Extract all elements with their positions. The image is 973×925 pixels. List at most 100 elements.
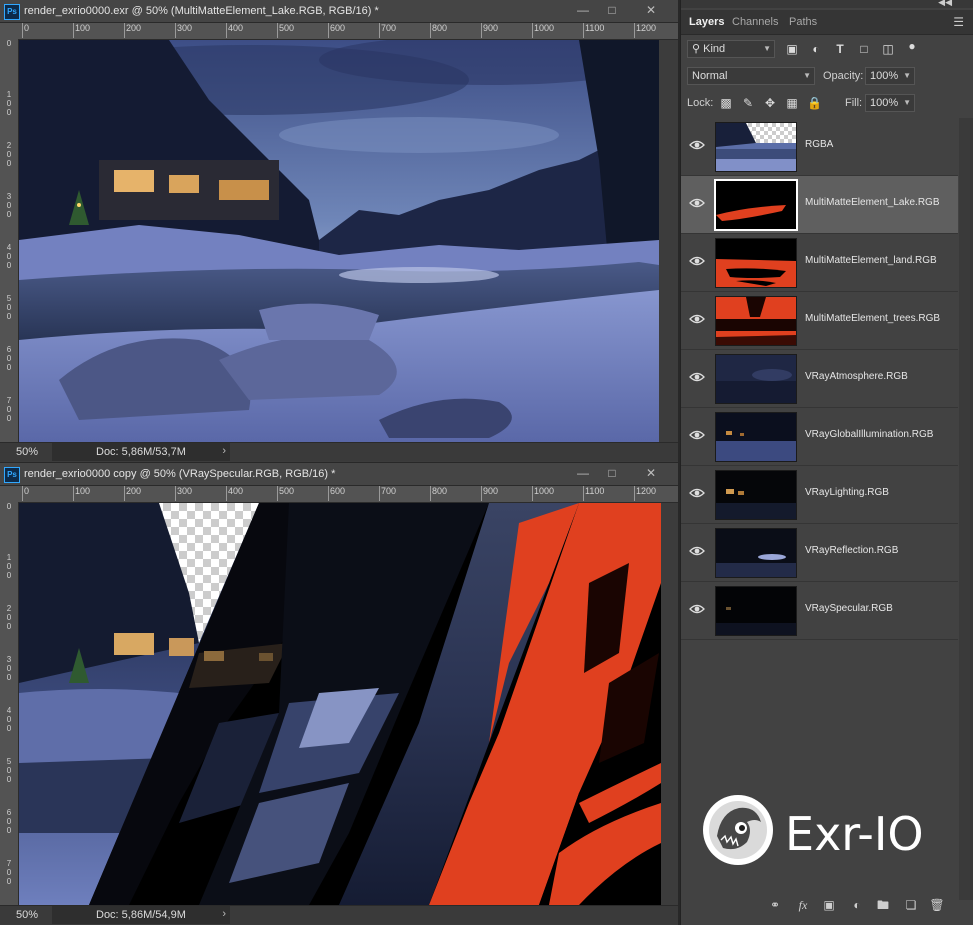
visibility-eye-icon[interactable] (689, 255, 705, 267)
layer-name: VRayLighting.RGB (805, 487, 889, 498)
ruler-tick-label: 1000 (531, 23, 555, 38)
delete-layer-trash-icon[interactable]: 🗑 (929, 898, 945, 912)
zoom-level-2[interactable]: 50% (16, 909, 38, 921)
visibility-eye-icon[interactable] (689, 139, 705, 151)
tab-channels[interactable]: Channels (732, 16, 778, 28)
search-icon: ⚲ (692, 43, 701, 55)
layer-row[interactable]: VRayReflection.RGB (681, 524, 958, 582)
ruler-tick-label: 300 (6, 192, 12, 219)
visibility-eye-icon[interactable] (689, 313, 705, 325)
lock-artboard-icon[interactable]: ▦ (785, 96, 799, 110)
ruler-tick-label: 500 (6, 294, 12, 321)
layer-row[interactable]: VRayLighting.RGB (681, 466, 958, 524)
doc-size-field-1[interactable]: Doc: 5,86M/53,7M › (52, 443, 230, 461)
minimize-icon[interactable]: — (572, 465, 594, 482)
visibility-eye-icon[interactable] (689, 487, 705, 499)
layer-name: RGBA (805, 139, 834, 150)
visibility-eye-icon[interactable] (689, 545, 705, 557)
minimize-icon[interactable]: — (572, 2, 594, 19)
adjustment-layer-icon[interactable]: ◐ (849, 898, 865, 912)
filter-toggle-icon[interactable]: ● (905, 39, 919, 53)
winter-lake-render (19, 40, 659, 442)
filter-smart-object-icon[interactable]: ◫ (881, 42, 895, 56)
ruler-tick-label: 800 (429, 23, 448, 38)
lock-image-pixels-icon[interactable]: ✎ (741, 96, 755, 110)
close-icon[interactable]: ✕ (640, 465, 662, 482)
doc-size-field-2[interactable]: Doc: 5,86M/54,9M › (52, 906, 230, 924)
group-folder-icon[interactable]: 🖿 (875, 898, 891, 912)
ruler-tick-label: 600 (327, 23, 346, 38)
chevron-right-icon[interactable]: › (222, 445, 226, 457)
chevron-down-icon: ▼ (803, 71, 811, 80)
visibility-eye-icon[interactable] (689, 429, 705, 441)
layer-row[interactable]: VRaySpecular.RGB (681, 582, 958, 640)
zoom-level-1[interactable]: 50% (16, 446, 38, 458)
opacity-field[interactable]: 100% ▼ (865, 67, 915, 85)
doc-size-text-2: Doc: 5,86M/54,9M (96, 909, 186, 921)
ruler-tick-label: 900 (480, 486, 499, 501)
lock-transparent-pixels-icon[interactable]: ▩ (719, 96, 733, 110)
layer-row[interactable]: RGBA (681, 118, 958, 176)
lock-all-icon[interactable]: 🔒 (807, 96, 822, 110)
document-tab-1[interactable]: Ps render_exrio0000.exr @ 50% (MultiMatt… (0, 0, 678, 23)
ruler-tick-label: 1100 (582, 486, 605, 501)
layer-row[interactable]: MultiMatteElement_Lake.RGB (681, 176, 958, 234)
canvas-1[interactable] (19, 40, 659, 442)
photoshop-icon: Ps (4, 467, 20, 483)
close-icon[interactable]: ✕ (640, 2, 662, 19)
ruler-corner[interactable] (0, 23, 18, 39)
ruler-tick-label: 900 (480, 23, 499, 38)
fill-field[interactable]: 100% ▼ (865, 94, 915, 112)
fill-label: Fill: (845, 97, 863, 109)
filter-shape-icon[interactable]: □ (857, 42, 871, 56)
layer-name: MultiMatteElement_land.RGB (805, 255, 937, 266)
new-layer-icon[interactable]: ❏ (903, 898, 919, 912)
collapse-panel-icon[interactable]: ◀◀ (938, 0, 952, 8)
layer-list-scrollbar[interactable] (959, 118, 973, 900)
panel-menu-icon[interactable]: ☰ (953, 15, 964, 29)
vertical-ruler-2[interactable]: 0100200300400500600700800 (0, 502, 19, 905)
lock-position-icon[interactable]: ✥ (763, 96, 777, 110)
filter-type-icon[interactable]: T (833, 42, 847, 56)
ruler-corner[interactable] (0, 486, 18, 502)
ruler-tick-label: 100 (72, 486, 91, 501)
lock-row: Lock: ▩ ✎ ✥ ▦ 🔒 Fill: 100% ▼ (681, 91, 973, 113)
ruler-tick-label: 100 (72, 23, 91, 38)
link-layers-icon[interactable]: ⚭ (767, 898, 783, 912)
visibility-eye-icon[interactable] (689, 197, 705, 209)
tab-paths[interactable]: Paths (789, 16, 817, 28)
blend-row: Normal ▼ Opacity: 100% ▼ (681, 64, 973, 86)
horizontal-ruler-1[interactable]: 0 100 200 300 400 500 600 700 800 900 1000 1100 1200 (18, 23, 678, 40)
vertical-ruler-1[interactable]: 0 100 200 300 400 500 600 700 (0, 39, 19, 442)
ruler-tick-label: 200 (6, 141, 12, 168)
blend-mode-select[interactable]: Normal ▼ (687, 67, 815, 85)
layers-bottom-toolbar: ⚭ fx ▣ ◐ 🖿 ❏ 🗑 (681, 890, 973, 920)
ruler-tick-label: 1100 (582, 23, 605, 38)
ruler-tick-label: 300 (6, 655, 12, 682)
horizontal-ruler-2[interactable]: 0 100 200 300 400 500 600 700 800 900 1000 1100 1200 (18, 486, 678, 503)
layer-row[interactable]: VRayGlobalIllumination.RGB (681, 408, 958, 466)
visibility-eye-icon[interactable] (689, 371, 705, 383)
tab-layers[interactable]: Layers (689, 16, 724, 28)
add-mask-icon[interactable]: ▣ (821, 898, 837, 912)
document-tab-2[interactable]: Ps render_exrio0000 copy @ 50% (VRaySpec… (0, 463, 678, 486)
layer-row[interactable]: VRayAtmosphere.RGB (681, 350, 958, 408)
maximize-icon[interactable]: □ (601, 465, 623, 482)
layer-thumbnail (715, 354, 797, 404)
canvas-2[interactable] (19, 503, 661, 905)
visibility-eye-icon[interactable] (689, 603, 705, 615)
layer-thumbnail (714, 179, 798, 231)
ruler-tick-label: 100 (6, 553, 12, 580)
exr-io-logo: Exr-IO (701, 790, 951, 870)
maximize-icon[interactable]: □ (601, 2, 623, 19)
filter-adjustment-icon[interactable]: ◐ (809, 42, 823, 56)
document-window-1: Ps render_exrio0000.exr @ 50% (MultiMatt… (0, 0, 678, 462)
filter-kind-select[interactable]: ⚲ Kind ▼ (687, 40, 775, 58)
layer-thumbnail (715, 122, 797, 172)
chevron-right-icon[interactable]: › (222, 908, 226, 920)
layer-row[interactable]: MultiMatteElement_trees.RGB (681, 292, 958, 350)
layer-row[interactable]: MultiMatteElement_land.RGB (681, 234, 958, 292)
layer-style-fx-icon[interactable]: fx (795, 898, 811, 912)
filter-pixel-icon[interactable]: ▣ (785, 42, 799, 56)
ruler-tick-label: 800 (429, 486, 448, 501)
